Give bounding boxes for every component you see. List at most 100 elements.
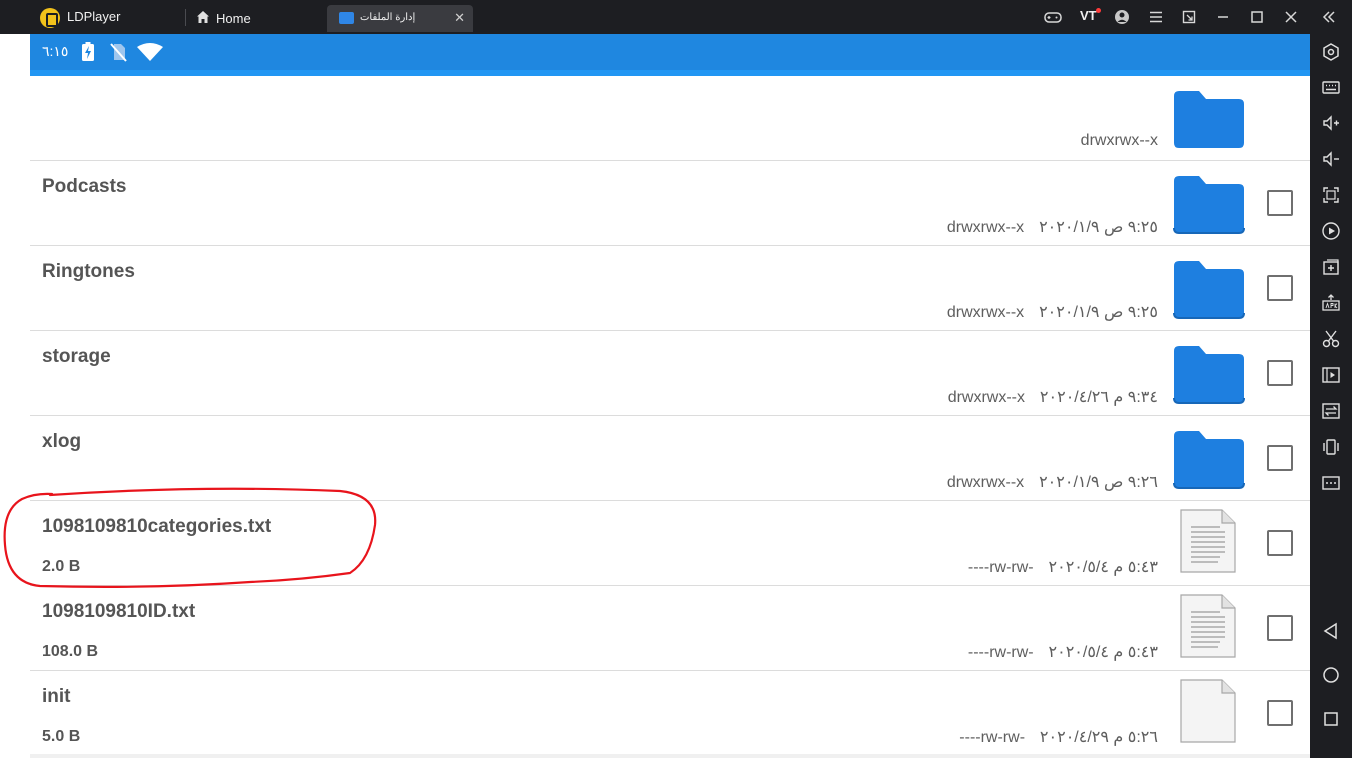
blank-file-icon xyxy=(1180,679,1236,743)
file-permissions: ----rw-rw- xyxy=(959,729,1026,746)
settings-hex-icon[interactable] xyxy=(1321,42,1341,62)
list-item-partial[interactable]: drwxrwx--x xyxy=(30,76,1310,161)
select-checkbox[interactable] xyxy=(1267,615,1293,641)
list-item-ringtones[interactable]: Ringtones drwxrwx--x ٩:٢٥ ص ٢٠٢٠/١/٩ xyxy=(30,246,1310,331)
select-checkbox[interactable] xyxy=(1267,445,1293,471)
select-checkbox[interactable] xyxy=(1267,275,1293,301)
file-time: ٩:٢٥ ص xyxy=(1103,219,1158,236)
file-name: init xyxy=(42,686,71,707)
file-name: storage xyxy=(42,346,111,367)
volume-down-icon[interactable] xyxy=(1321,149,1341,169)
list-item-id-txt[interactable]: 1098109810ID.txt 108.0 B ----rw-rw- ٥:٤٣… xyxy=(30,586,1310,671)
file-time: ٩:٢٥ ص xyxy=(1103,304,1158,321)
file-permissions: drwxrwx--x xyxy=(946,474,1025,491)
file-meta: ----rw-rw- ٥:٤٣ م ٢٠٢٠/٥/٤ xyxy=(968,557,1158,577)
emulator-sidebar xyxy=(1310,34,1352,758)
sync-icon[interactable] xyxy=(1321,401,1341,421)
file-meta: drwxrwx--x ٩:٣٤ م ٢٠٢٠/٤/٢٦ xyxy=(948,387,1158,407)
minimize-icon[interactable] xyxy=(1214,8,1232,26)
text-file-icon xyxy=(1180,594,1236,658)
notification-dot xyxy=(1096,8,1101,13)
folder-icon xyxy=(1173,176,1245,234)
file-date: ٢٠٢٠/١/٩ xyxy=(1039,304,1100,321)
file-size: 5.0 B xyxy=(42,728,81,745)
file-name: 1098109810categories.txt xyxy=(42,516,272,537)
tab-file-manager[interactable]: إدارة الملفات ✕ xyxy=(327,5,473,32)
file-date: ٢٠٢٠/٤/٢٩ xyxy=(1039,729,1109,746)
file-date: ٢٠٢٠/٥/٤ xyxy=(1048,559,1109,576)
folder-icon xyxy=(1173,431,1245,489)
select-checkbox[interactable] xyxy=(1267,700,1293,726)
folder-icon xyxy=(1173,346,1245,404)
file-date: ٢٠٢٠/١/٩ xyxy=(1039,474,1100,491)
shake-icon[interactable] xyxy=(1321,437,1341,457)
android-screen: ٦:١٥ 0 drwxrwx--x Podcasts drwxrwx--x ٩:… xyxy=(30,34,1310,754)
file-meta: ----rw-rw- ٥:٢٦ م ٢٠٢٠/٤/٢٩ xyxy=(959,727,1158,747)
battery-charging-icon xyxy=(82,42,94,61)
file-time: ٩:٣٤ م xyxy=(1113,389,1158,406)
folder-icon xyxy=(1173,261,1245,319)
file-time: ٩:٢٦ ص xyxy=(1103,474,1158,491)
file-permissions: drwxrwx--x xyxy=(947,389,1026,406)
file-size: 108.0 B xyxy=(42,643,99,660)
android-statusbar: ٦:١٥ xyxy=(30,34,1310,70)
file-list: drwxrwx--x Podcasts drwxrwx--x ٩:٢٥ ص ٢٠… xyxy=(30,76,1310,754)
home-icon xyxy=(197,11,209,23)
folder-tab-icon xyxy=(339,12,354,24)
wifi-icon xyxy=(137,43,163,61)
file-permissions: drwxrwx--x xyxy=(946,304,1025,321)
folder-icon xyxy=(1174,91,1244,148)
close-tab-icon[interactable]: ✕ xyxy=(454,10,465,26)
file-meta: drwxrwx--x ٩:٢٥ ص ٢٠٢٠/١/٩ xyxy=(947,302,1158,322)
file-permissions: ----rw-rw- xyxy=(967,559,1034,576)
maximize-icon[interactable] xyxy=(1248,8,1266,26)
file-name: xlog xyxy=(42,431,82,452)
file-name: 1098109810ID.txt xyxy=(42,601,196,622)
file-permissions: ----rw-rw- xyxy=(967,644,1034,661)
list-item-storage[interactable]: storage drwxrwx--x ٩:٣٤ م ٢٠٢٠/٤/٢٦ xyxy=(30,331,1310,416)
titlebar-divider xyxy=(185,9,186,26)
account-badge[interactable]: VT xyxy=(1080,8,1097,23)
list-item-categories-txt[interactable]: 1098109810categories.txt 2.0 B ----rw-rw… xyxy=(30,501,1310,586)
user-avatar-icon[interactable] xyxy=(1113,8,1131,26)
list-item-podcasts[interactable]: Podcasts drwxrwx--x ٩:٢٥ ص ٢٠٢٠/١/٩ xyxy=(30,161,1310,246)
window-titlebar: LDPlayer Home إدارة الملفات ✕ VT xyxy=(0,0,1352,34)
fullscreen-icon[interactable] xyxy=(1321,185,1341,205)
status-time: ٦:١٥ xyxy=(42,43,69,59)
keyboard-icon[interactable] xyxy=(1321,77,1341,97)
home-circle-icon[interactable] xyxy=(1321,665,1341,685)
tab-home[interactable]: Home xyxy=(192,5,322,30)
file-name: Ringtones xyxy=(42,261,135,282)
file-permissions: drwxrwx--x xyxy=(946,219,1025,236)
tab-file-manager-label: إدارة الملفات xyxy=(360,12,416,23)
gamepad-icon[interactable] xyxy=(1044,8,1062,26)
more-icon[interactable] xyxy=(1321,473,1341,493)
add-window-icon[interactable] xyxy=(1321,257,1341,277)
restore-icon[interactable] xyxy=(1180,8,1198,26)
recents-square-icon[interactable] xyxy=(1321,709,1341,729)
app-name: LDPlayer xyxy=(67,9,121,24)
list-item-xlog[interactable]: xlog drwxrwx--x ٩:٢٦ ص ٢٠٢٠/١/٩ xyxy=(30,416,1310,501)
file-date: ٢٠٢٠/٤/٢٦ xyxy=(1039,389,1109,406)
record-icon[interactable] xyxy=(1321,221,1341,241)
file-date: ٢٠٢٠/٥/٤ xyxy=(1048,644,1109,661)
screen-bottom-edge xyxy=(30,754,1310,758)
file-time: ٥:٤٣ م xyxy=(1113,644,1158,661)
apk-icon[interactable] xyxy=(1321,293,1341,313)
volume-up-icon[interactable] xyxy=(1321,113,1341,133)
select-checkbox[interactable] xyxy=(1267,360,1293,386)
select-checkbox[interactable] xyxy=(1267,190,1293,216)
collapse-sidebar-icon[interactable] xyxy=(1320,8,1338,26)
select-checkbox[interactable] xyxy=(1267,530,1293,556)
scissors-icon[interactable] xyxy=(1321,329,1341,349)
file-meta: ----rw-rw- ٥:٤٣ م ٢٠٢٠/٥/٤ xyxy=(968,642,1158,662)
video-icon[interactable] xyxy=(1321,365,1341,385)
file-size: 2.0 B xyxy=(42,558,81,575)
close-window-icon[interactable] xyxy=(1282,8,1300,26)
list-item-init[interactable]: init 5.0 B ----rw-rw- ٥:٢٦ م ٢٠٢٠/٤/٢٩ xyxy=(30,671,1310,754)
tab-home-label: Home xyxy=(216,11,251,26)
text-file-icon xyxy=(1180,509,1236,573)
ldplayer-logo-icon xyxy=(40,8,60,28)
menu-icon[interactable] xyxy=(1147,8,1165,26)
back-icon[interactable] xyxy=(1321,621,1341,641)
